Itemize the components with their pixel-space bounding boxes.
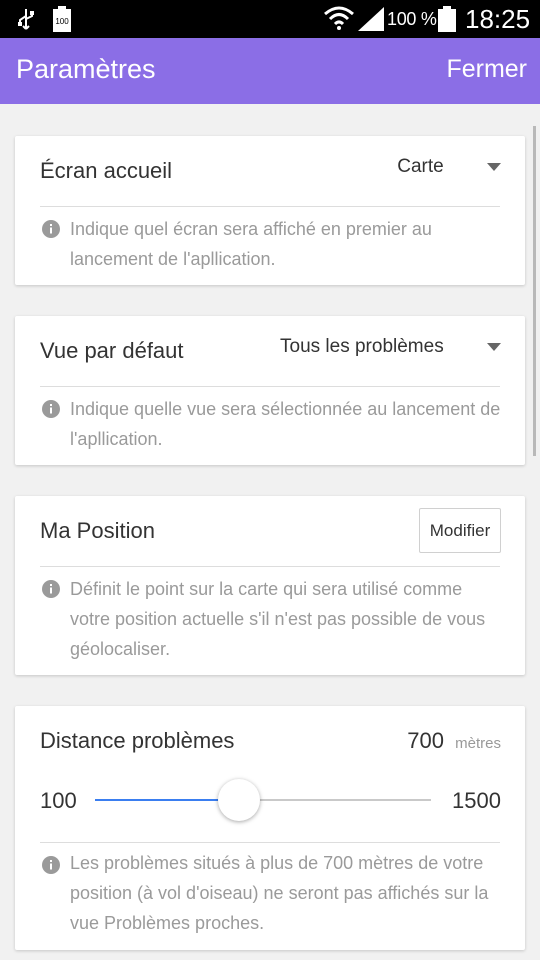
signal-icon [358, 7, 384, 31]
usb-icon [18, 9, 34, 30]
home-screen-info: Indique quel écran sera affiché en premi… [70, 219, 432, 269]
dropdown-arrow-icon [487, 163, 501, 171]
battery-percent: 100 % [387, 9, 437, 29]
home-screen-value: Carte [397, 156, 444, 177]
default-view-value: Tous les problèmes [280, 336, 444, 357]
status-bar: 100 100 % 18:25 [0, 0, 540, 38]
info-icon [42, 400, 60, 418]
divider [40, 206, 500, 207]
distance-label: Distance problèmes [40, 728, 235, 753]
clock: 18:25 [465, 4, 531, 34]
info-icon [42, 580, 60, 598]
close-button[interactable]: Fermer [446, 55, 527, 84]
my-position-card: Ma Position Modifier Définit le point su… [15, 496, 525, 675]
distance-slider-thumb[interactable] [218, 779, 260, 821]
home-screen-label: Écran accueil [40, 158, 173, 183]
info-icon [42, 856, 60, 874]
divider [40, 386, 500, 387]
settings-list[interactable]: Écran accueil Carte Indique quel écran s… [0, 104, 540, 960]
default-view-info: Indique quelle vue sera sélectionnée au … [70, 399, 501, 449]
page-title: Paramètres [16, 54, 156, 84]
divider [40, 566, 500, 567]
home-screen-card: Écran accueil Carte Indique quel écran s… [15, 136, 525, 285]
app-bar: Paramètres Fermer [0, 38, 540, 104]
distance-slider-track[interactable] [95, 799, 431, 801]
home-screen-dropdown[interactable]: Carte [397, 156, 501, 186]
my-position-info: Définit le point sur la carte qui sera u… [70, 579, 486, 659]
default-view-card: Vue par défaut Tous les problèmes Indiqu… [15, 316, 525, 465]
battery-small-icon: 100 [53, 6, 71, 32]
distance-value: 700 [407, 728, 444, 753]
scrollbar[interactable] [533, 126, 536, 456]
wifi-icon [324, 6, 354, 30]
distance-unit: mètres [455, 735, 501, 752]
slider-max-label: 1500 [452, 788, 501, 813]
slider-min-label: 100 [40, 788, 77, 813]
distance-info: Les problèmes situés à plus de 700 mètre… [70, 853, 489, 933]
info-icon [42, 220, 60, 238]
dropdown-arrow-icon [487, 343, 501, 351]
default-view-dropdown[interactable]: Tous les problèmes [280, 336, 501, 366]
default-view-label: Vue par défaut [40, 338, 184, 363]
divider [40, 842, 500, 843]
modify-position-button[interactable]: Modifier [419, 508, 501, 553]
svg-text:100: 100 [55, 17, 69, 26]
my-position-label: Ma Position [40, 518, 155, 543]
battery-icon [438, 6, 456, 32]
distance-card: Distance problèmes 700 mètres 100 1500 L… [15, 706, 525, 950]
